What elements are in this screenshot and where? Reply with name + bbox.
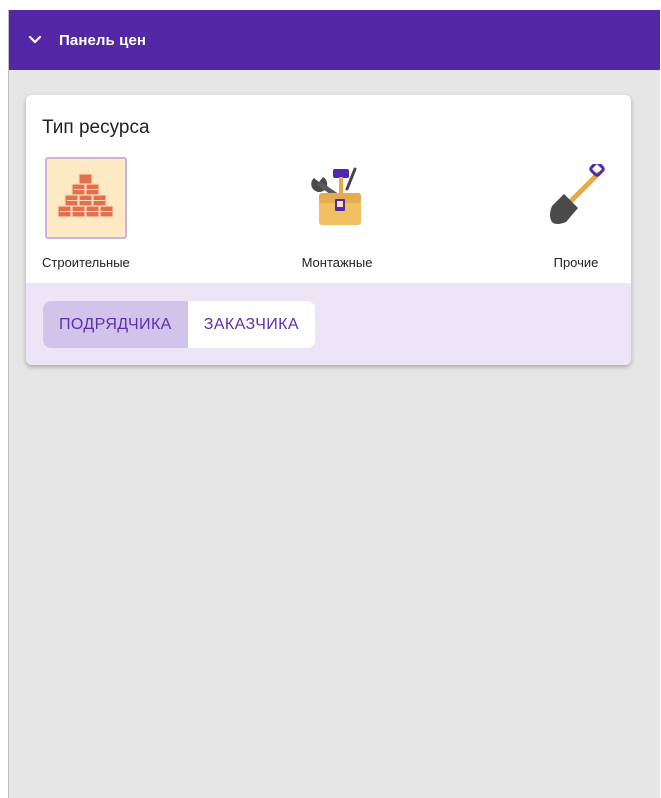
chevron-down-icon[interactable] xyxy=(27,32,43,48)
card-footer: ПОДРЯДЧИКА ЗАКАЗЧИКА xyxy=(26,283,631,365)
resource-installation[interactable]: Монтажные xyxy=(296,157,378,270)
panel-header[interactable]: Панель цен xyxy=(9,10,660,70)
resource-label: Строительные xyxy=(42,255,130,270)
resource-other[interactable]: Прочие xyxy=(535,157,617,270)
panel-title: Панель цен xyxy=(59,31,147,49)
resource-type-card: Тип ресурса Строительные Монтажные Прочи… xyxy=(26,95,631,365)
resource-label: Прочие xyxy=(553,255,599,270)
resource-label: Монтажные xyxy=(301,255,373,270)
resource-icon-box[interactable] xyxy=(44,157,127,239)
toggle-customer[interactable]: ЗАКАЗЧИКА xyxy=(188,301,315,348)
bricks-icon xyxy=(57,172,115,224)
toggle-contractor[interactable]: ПОДРЯДЧИКА xyxy=(43,301,188,348)
resource-icon-box[interactable] xyxy=(535,157,617,239)
resource-icon-box[interactable] xyxy=(296,157,378,239)
card-title: Тип ресурса xyxy=(42,117,150,138)
price-panel: Панель цен Тип ресурса Строительные Монт… xyxy=(8,10,660,798)
party-toggle[interactable]: ПОДРЯДЧИКА ЗАКАЗЧИКА xyxy=(43,301,315,348)
toolbox-icon xyxy=(305,165,369,232)
shovel-icon xyxy=(544,160,608,233)
resource-construction[interactable]: Строительные xyxy=(42,157,130,270)
